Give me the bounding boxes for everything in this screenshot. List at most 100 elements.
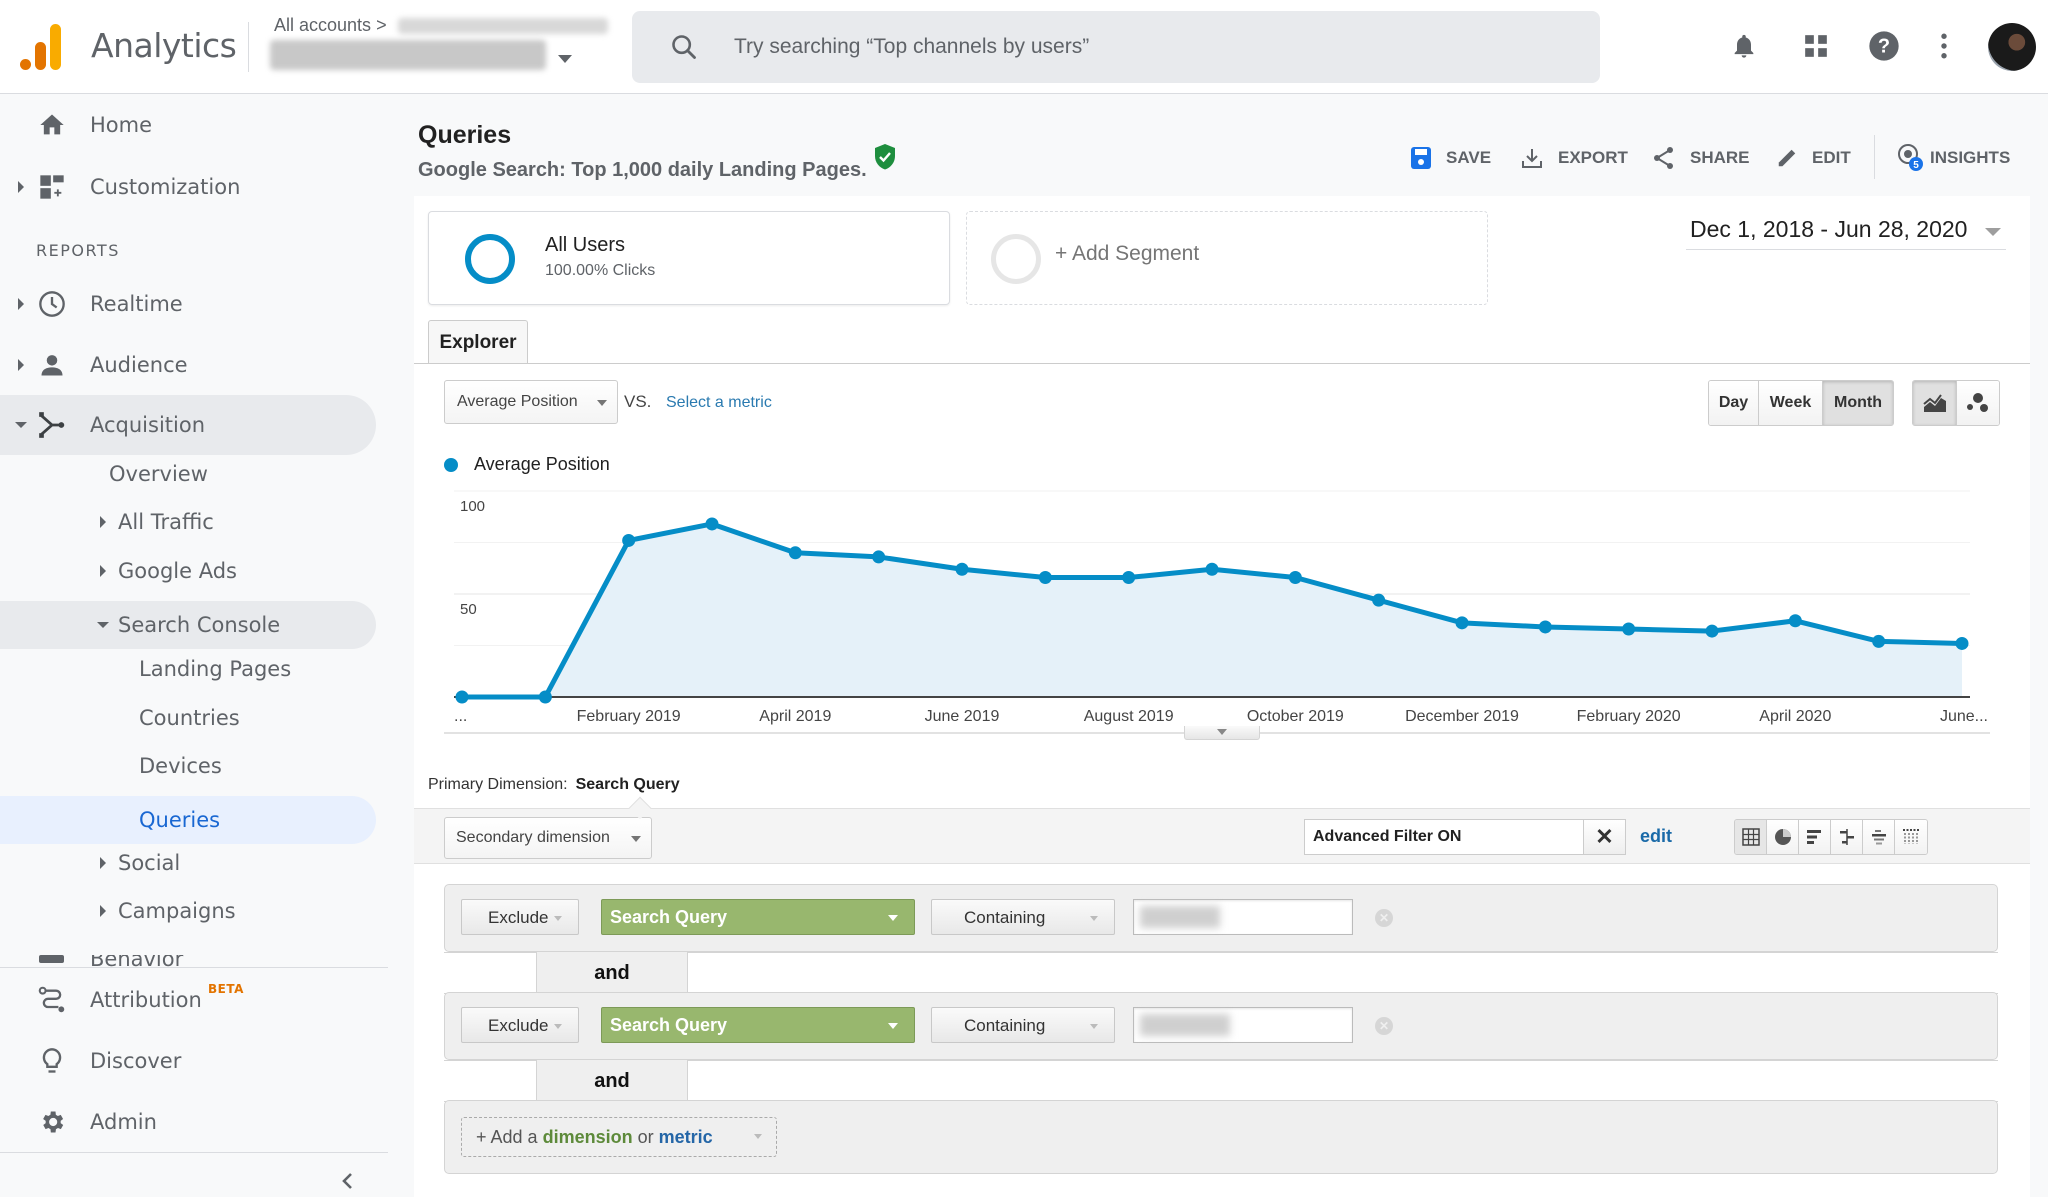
series-area xyxy=(462,523,1962,697)
avatar[interactable] xyxy=(1988,23,2036,71)
granularity-day-button[interactable]: Day xyxy=(1709,381,1759,425)
filter-dimension-value: Search Query xyxy=(610,907,728,927)
x-tick-label: December 2019 xyxy=(1405,708,1519,725)
bubble-chart-icon xyxy=(1967,393,1988,412)
sidebar-item-home[interactable]: Home xyxy=(0,95,376,155)
sidebar-item-social[interactable]: Social xyxy=(0,838,376,888)
chevron-down-icon xyxy=(888,915,898,921)
primary-dimension-value[interactable]: Search Query xyxy=(576,776,680,793)
data-point xyxy=(1538,620,1552,634)
remove-filter-icon[interactable]: ✕ xyxy=(1375,1017,1393,1035)
account-selector[interactable] xyxy=(270,40,546,74)
export-button[interactable]: EXPORT xyxy=(1520,143,1628,173)
segment-all-users[interactable]: All Users 100.00% Clicks xyxy=(428,211,950,305)
data-point xyxy=(1622,622,1636,636)
advanced-filter-field[interactable]: Advanced Filter ON ✕ xyxy=(1304,819,1626,855)
sidebar-item-acquisition[interactable]: Acquisition xyxy=(0,395,376,455)
sidebar-item-discover[interactable]: Discover xyxy=(0,1031,376,1091)
pivot-view-button[interactable] xyxy=(1895,820,1927,854)
sidebar-item-campaigns[interactable]: Campaigns xyxy=(0,886,376,936)
chevron-down-icon[interactable] xyxy=(558,55,572,63)
sidebar-item-countries[interactable]: Countries xyxy=(0,693,376,743)
x-tick-label: April 2020 xyxy=(1759,708,1831,725)
match-type-select[interactable]: Containing xyxy=(931,1007,1115,1043)
motion-chart-button[interactable] xyxy=(1957,381,1999,425)
collapse-sidebar-icon[interactable] xyxy=(336,1169,360,1193)
filter-value-input[interactable] xyxy=(1133,1007,1353,1043)
pie-view-button[interactable] xyxy=(1767,820,1799,854)
sidebar-item-google-ads[interactable]: Google Ads xyxy=(0,546,376,596)
sidebar-item-landing-pages[interactable]: Landing Pages xyxy=(0,644,376,694)
blurred-filter-value xyxy=(1140,906,1220,928)
include-exclude-select[interactable]: Exclude xyxy=(461,899,579,935)
match-type-select[interactable]: Containing xyxy=(931,899,1115,935)
sidebar-item-search-console[interactable]: Search Console xyxy=(0,601,376,649)
add-segment-label: + Add Segment xyxy=(1055,242,1200,265)
table-view-toggle xyxy=(1734,819,1928,855)
table-view-button[interactable] xyxy=(1735,820,1767,854)
apps-button[interactable] xyxy=(1798,28,1834,64)
line-chart-icon xyxy=(1922,394,1946,412)
metric-select[interactable]: Average Position xyxy=(444,380,618,424)
secondary-dimension-select[interactable]: Secondary dimension xyxy=(444,817,652,859)
gear-icon xyxy=(43,1111,64,1133)
sidebar-item-attribution[interactable]: Attribution BETA xyxy=(0,970,376,1030)
more-options-button[interactable] xyxy=(1926,28,1962,64)
average-position-chart[interactable]: 100 50... February 2019 April 2019 June 2019… xyxy=(414,476,2030,756)
sidebar-item-behavior-partial[interactable]: Behavior xyxy=(0,955,388,967)
sidebar-item-customization[interactable]: Customization xyxy=(0,157,376,217)
term-cloud-button[interactable] xyxy=(1863,820,1895,854)
edit-button[interactable]: EDIT xyxy=(1776,143,1851,173)
clock-icon xyxy=(39,291,65,317)
sidebar-item-admin[interactable]: Admin xyxy=(0,1092,376,1152)
sidebar-item-queries[interactable]: Queries xyxy=(0,796,376,844)
blurred-filter-value xyxy=(1140,1014,1230,1036)
save-button[interactable]: SAVE xyxy=(1410,143,1491,173)
remove-filter-icon[interactable]: ✕ xyxy=(1375,909,1393,927)
clear-filter-button[interactable]: ✕ xyxy=(1583,820,1625,854)
add-filter-row: + Add a dimension or metric xyxy=(444,1100,1998,1174)
data-point xyxy=(1872,634,1886,648)
select-metric-link[interactable]: Select a metric xyxy=(666,394,772,412)
performance-view-button[interactable] xyxy=(1799,820,1831,854)
sidebar-item-label: Countries xyxy=(139,706,240,730)
search-bar[interactable]: Try searching “Top channels by users” xyxy=(632,11,1600,83)
analytics-logo[interactable] xyxy=(20,24,64,70)
insights-button[interactable]: 5 INSIGHTS xyxy=(1896,143,2010,173)
add-dimension-or-metric-select[interactable]: + Add a dimension or metric xyxy=(461,1117,777,1157)
breadcrumb[interactable]: All accounts > xyxy=(274,15,608,36)
notifications-button[interactable] xyxy=(1726,28,1762,64)
granularity-week-button[interactable]: Week xyxy=(1759,381,1823,425)
granularity-month-button[interactable]: Month xyxy=(1823,381,1893,425)
chevron-down-icon xyxy=(1217,729,1227,735)
sidebar-item-devices[interactable]: Devices xyxy=(0,741,376,791)
search-icon xyxy=(672,35,696,59)
divider xyxy=(248,22,249,72)
date-range-picker[interactable]: Dec 1, 2018 - Jun 28, 2020 xyxy=(1686,214,2006,250)
breadcrumb-root[interactable]: All accounts xyxy=(274,15,371,35)
line-chart-button[interactable] xyxy=(1913,381,1957,425)
beta-badge: BETA xyxy=(208,982,244,996)
blurred-view-name xyxy=(270,40,546,70)
sidebar-item-all-traffic[interactable]: All Traffic xyxy=(0,497,376,547)
match-type-value: Containing xyxy=(964,1016,1046,1035)
pie-view-icon xyxy=(1774,829,1791,845)
sidebar-item-overview[interactable]: Overview xyxy=(0,449,376,499)
collapse-chart-handle[interactable] xyxy=(1184,726,1260,740)
help-button[interactable]: ? xyxy=(1866,28,1902,64)
sidebar-item-label: All Traffic xyxy=(118,510,214,534)
sidebar-item-realtime[interactable]: Realtime xyxy=(0,274,376,334)
add-segment-button[interactable]: + Add Segment xyxy=(966,211,1488,305)
filter-dimension-select[interactable]: Search Query xyxy=(601,899,915,935)
search-placeholder: Try searching “Top channels by users” xyxy=(734,35,1090,58)
sidebar-item-audience[interactable]: Audience xyxy=(0,335,376,395)
tab-explorer[interactable]: Explorer xyxy=(428,320,528,364)
filter-value-input[interactable] xyxy=(1133,899,1353,935)
add-dimension-text: dimension xyxy=(542,1127,633,1147)
filter-dimension-select[interactable]: Search Query xyxy=(601,1007,915,1043)
chevron-down-icon[interactable] xyxy=(1985,228,2001,236)
comparison-view-button[interactable] xyxy=(1831,820,1863,854)
include-exclude-select[interactable]: Exclude xyxy=(461,1007,579,1043)
share-button[interactable]: SHARE xyxy=(1652,143,1750,173)
edit-filter-link[interactable]: edit xyxy=(1640,826,1672,847)
